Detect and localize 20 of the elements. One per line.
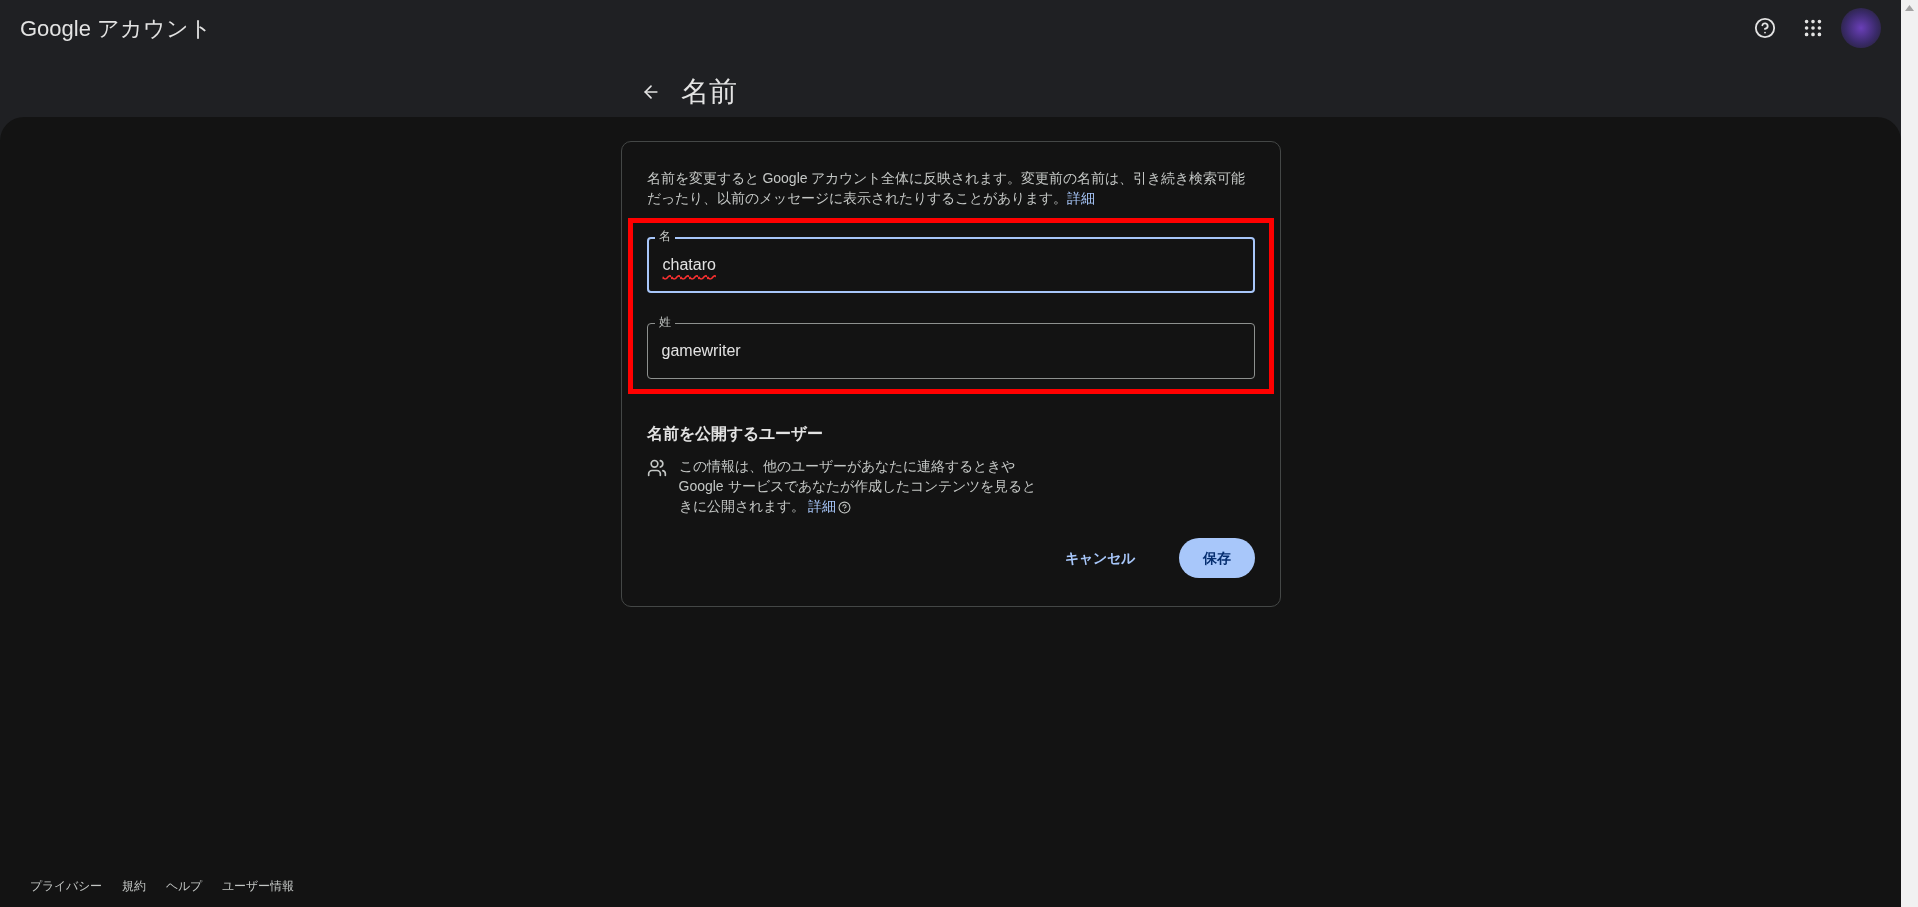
- people-icon: [646, 458, 667, 478]
- footer-link[interactable]: ヘルプ: [166, 877, 202, 895]
- details-link[interactable]: 詳細: [808, 498, 837, 514]
- cancel-button[interactable]: キャンセル: [1040, 538, 1159, 578]
- field-label: 名: [654, 228, 675, 244]
- field-value: chataro: [662, 255, 716, 275]
- page-title: 名前: [680, 75, 737, 109]
- footer-link[interactable]: ユーザー情報: [222, 877, 294, 895]
- details-link[interactable]: 詳細: [1066, 190, 1095, 206]
- save-button[interactable]: 保存: [1178, 538, 1255, 578]
- footer-link[interactable]: 規約: [122, 877, 146, 895]
- visibility-text: この情報は、他のユーザーがあなたに連絡するときや Google サービスであなたが作成したコンテンツを見るときに公開されます。 詳細: [678, 457, 1037, 516]
- field-label: 姓: [654, 314, 675, 330]
- intro-text: 名前を変更すると Google アカウント全体に反映されます。変更前の名前は、引き続き検索可能だったり、以前のメッセージに表示されたりすることがあります。詳細: [646, 169, 1247, 208]
- footer-link[interactable]: プライバシー: [30, 877, 102, 895]
- section-heading: 名前を公開するユーザー: [646, 424, 824, 444]
- help-icon[interactable]: [838, 500, 852, 514]
- app-logo[interactable]: Google アカウント: [20, 11, 213, 45]
- scrollbar[interactable]: [1901, 0, 1918, 907]
- field-value: gamewriter: [661, 341, 741, 361]
